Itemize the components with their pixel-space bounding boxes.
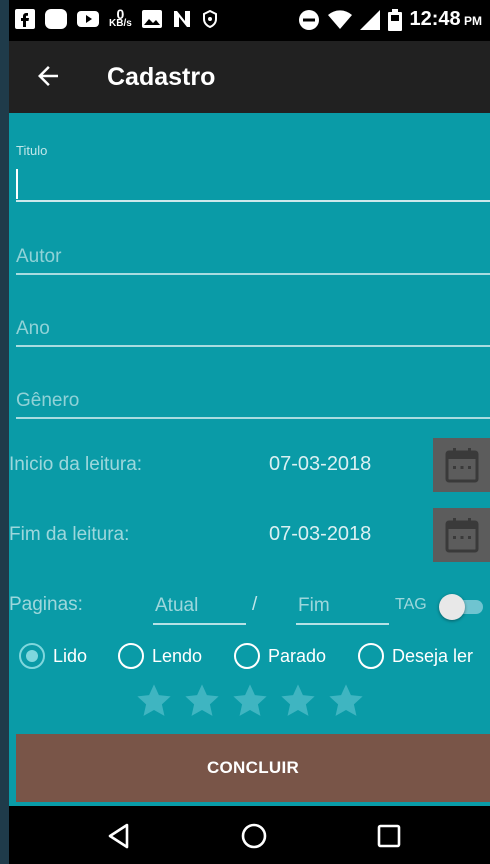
- n-icon: [173, 11, 190, 27]
- inicio-label: Inicio da leitura:: [9, 454, 143, 475]
- signal-icon: [359, 9, 380, 30]
- radio-checked-indicator: [19, 643, 45, 669]
- paginas-fim-input[interactable]: Fim: [296, 591, 389, 625]
- wifi-icon: [327, 9, 352, 29]
- paginas-separator: /: [252, 594, 258, 615]
- star-icon[interactable]: [327, 682, 365, 720]
- fim-placeholder: Fim: [298, 595, 330, 616]
- status-bar-notifications: 0 KB/s: [15, 6, 218, 29]
- atual-placeholder: Atual: [155, 595, 199, 616]
- autor-placeholder: Autor: [16, 246, 62, 267]
- shield-icon: [202, 10, 217, 28]
- arrow-left-icon[interactable]: [33, 61, 63, 91]
- ano-placeholder: Ano: [16, 318, 50, 339]
- star-icon[interactable]: [135, 682, 173, 720]
- rating-bar[interactable]: [135, 682, 365, 720]
- star-icon[interactable]: [231, 682, 269, 720]
- chat-icon: [45, 9, 67, 29]
- radio-indicator: [118, 643, 144, 669]
- radio-deseja-ler[interactable]: Deseja ler: [358, 643, 473, 669]
- titulo-field[interactable]: Titulo: [16, 143, 490, 203]
- recents-square-icon[interactable]: [375, 822, 403, 850]
- image-icon: [141, 10, 162, 28]
- home-circle-icon[interactable]: [240, 822, 268, 850]
- page-title: Cadastro: [107, 63, 216, 91]
- paginas-atual-input[interactable]: Atual: [153, 591, 246, 625]
- app-bar: Cadastro: [9, 41, 490, 113]
- concluir-button[interactable]: CONCLUIR: [16, 734, 490, 802]
- radio-lido[interactable]: Lido: [19, 643, 87, 669]
- calendar-icon: [445, 518, 479, 553]
- radio-label: Lendo: [152, 645, 203, 666]
- radio-lendo[interactable]: Lendo: [118, 643, 202, 669]
- fim-date: 07-03-2018: [269, 523, 372, 545]
- radio-label: Lido: [53, 645, 88, 666]
- radio-parado[interactable]: Parado: [234, 643, 326, 669]
- autor-field[interactable]: Autor: [16, 243, 490, 277]
- fim-underline: [296, 623, 389, 625]
- fim-label: Fim da leitura:: [9, 524, 130, 545]
- facebook-icon: [15, 9, 35, 29]
- status-bar: 0 KB/s 12:48 PM: [9, 0, 490, 41]
- inicio-date: 07-03-2018: [269, 453, 372, 475]
- form-content: Titulo Autor Ano Gênero Inicio da leitur…: [9, 113, 490, 806]
- genero-field[interactable]: Gênero: [16, 387, 490, 421]
- ano-field[interactable]: Ano: [16, 315, 490, 349]
- calendar-icon: [445, 448, 479, 483]
- genero-placeholder: Gênero: [16, 390, 80, 411]
- paginas-label: Paginas:: [9, 594, 83, 615]
- phone-screen: 0 KB/s 12:48 PM Cadastro Titulo Autor An…: [9, 0, 490, 864]
- kbs-indicator: 0 KB/s: [109, 6, 132, 29]
- star-icon[interactable]: [183, 682, 221, 720]
- ano-underline: [16, 345, 490, 347]
- switch-knob: [439, 594, 465, 620]
- autor-underline: [16, 273, 490, 275]
- inicio-calendar-button[interactable]: [433, 438, 490, 492]
- tag-switch[interactable]: [439, 594, 485, 620]
- battery-icon: [387, 8, 402, 31]
- atual-underline: [153, 623, 246, 625]
- navigation-bar: [9, 806, 490, 864]
- status-radio-group: Lido Lendo Parado Deseja ler: [19, 643, 490, 673]
- titulo-underline: [16, 200, 490, 202]
- youtube-icon: [77, 11, 99, 27]
- text-cursor: [16, 169, 18, 199]
- dnd-icon: [298, 9, 319, 30]
- star-icon[interactable]: [279, 682, 317, 720]
- clock: 12:48 PM: [409, 8, 483, 30]
- status-bar-system: 12:48 PM: [298, 8, 483, 31]
- fim-calendar-button[interactable]: [433, 508, 490, 562]
- radio-indicator: [234, 643, 260, 669]
- titulo-label: Titulo: [16, 143, 48, 158]
- genero-underline: [16, 417, 490, 419]
- radio-label: Deseja ler: [392, 645, 474, 666]
- radio-label: Parado: [268, 645, 327, 666]
- tag-label: TAG: [395, 596, 427, 613]
- back-triangle-icon[interactable]: [105, 822, 133, 850]
- radio-indicator: [358, 643, 384, 669]
